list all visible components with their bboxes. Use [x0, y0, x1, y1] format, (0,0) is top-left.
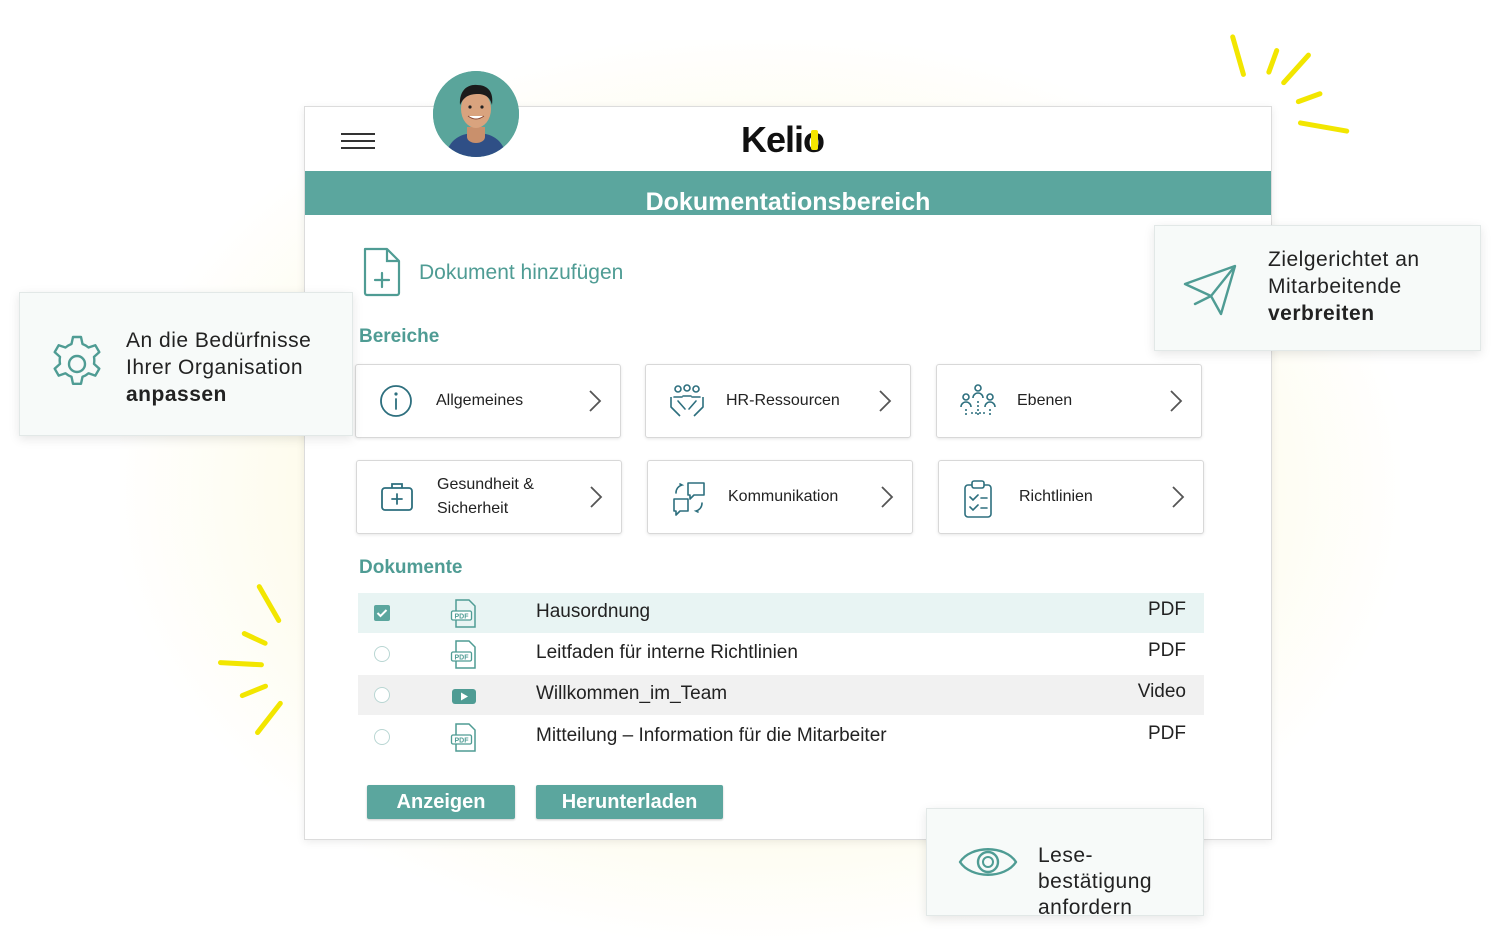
callout-line: An die Bedürfnisse [126, 329, 312, 352]
medical-kit-icon [381, 483, 413, 511]
section-areas-heading: Bereiche [359, 326, 440, 347]
callout-line: Ihrer Organisation [126, 356, 304, 379]
document-row[interactable]: PDF Leitfaden für interne Richtlinien PD… [358, 634, 1204, 674]
area-label-line1: Gesundheit & [437, 476, 534, 493]
callout-distribute-text: Zielgerichtet an Mitarbeitende verbreite… [1268, 246, 1420, 327]
area-card-gesundheit-sicherheit[interactable]: Gesundheit & Sicherheit [356, 460, 622, 534]
area-card-allgemeines[interactable]: Allgemeines [355, 364, 621, 438]
chevron-right-icon [881, 486, 894, 508]
callout-line: bestätigung [1038, 870, 1153, 893]
gear-icon [53, 335, 101, 385]
chevron-right-icon [1170, 390, 1183, 412]
callout-distribute: Zielgerichtet an Mitarbeitende verbreite… [1154, 225, 1481, 351]
chevron-right-icon [590, 486, 603, 508]
chat-bubbles-icon [673, 482, 705, 516]
area-label: Allgemeines [436, 392, 524, 409]
callout-customize: An die Bedürfnisse Ihrer Organisation an… [19, 292, 353, 436]
pdf-file-icon: PDF [450, 640, 476, 669]
check-icon [376, 609, 388, 618]
people-hands-icon [670, 384, 704, 417]
callout-line: anfordern [1038, 896, 1133, 916]
callout-customize-text: An die Bedürfnisse Ihrer Organisation an… [126, 327, 311, 408]
area-label: Kommunikation [728, 488, 839, 505]
page-title: Dokumentationsbereich [305, 171, 1271, 215]
menu-icon[interactable] [341, 133, 375, 149]
svg-text:PDF: PDF [455, 655, 470, 662]
row-checkbox-checked[interactable] [374, 605, 390, 621]
row-radio[interactable] [374, 646, 390, 662]
area-label: Richtlinien [1019, 488, 1093, 505]
area-card-kommunikation[interactable]: Kommunikation [647, 460, 913, 534]
hierarchy-icon [960, 384, 996, 417]
section-documents-heading: Dokumente [359, 557, 463, 578]
document-type: PDF [1148, 640, 1186, 661]
svg-text:PDF: PDF [455, 614, 470, 621]
document-row[interactable]: PDF Mitteilung – Information für die Mit… [358, 717, 1204, 757]
document-name: Willkommen_im_Team [536, 683, 728, 704]
pdf-file-icon: PDF [450, 599, 476, 628]
add-document-label: Dokument hinzufügen [419, 261, 624, 284]
area-label: Gesundheit & Sicherheit [437, 461, 534, 533]
document-row[interactable]: Willkommen_im_Team Video [358, 675, 1204, 715]
svg-text:PDF: PDF [455, 738, 470, 745]
clipboard-check-icon [964, 480, 992, 518]
chevron-right-icon [1172, 486, 1185, 508]
document-name: Mitteilung – Information für die Mitarbe… [536, 725, 887, 746]
area-card-richtlinien[interactable]: Richtlinien [938, 460, 1204, 534]
document-name: Leitfaden für interne Richtlinien [536, 642, 798, 663]
documentation-window: Kelio Dokumentationsbereich Dokument hin… [304, 106, 1272, 840]
pdf-file-icon: PDF [450, 723, 476, 752]
logo-text: Kelio [741, 119, 825, 160]
area-label-line2: Sicherheit [437, 500, 509, 517]
video-play-icon [452, 689, 476, 704]
logo-accent: o [803, 119, 825, 160]
callout-read-receipt: Lese- bestätigung anfordern [926, 808, 1204, 916]
document-row[interactable]: PDF Hausordnung PDF [358, 593, 1204, 633]
document-type: Video [1137, 681, 1186, 702]
document-name: Hausordnung [536, 601, 651, 622]
kelio-logo: Kelio [741, 119, 825, 161]
area-label: HR-Ressourcen [726, 392, 840, 409]
area-card-hr-ressourcen[interactable]: HR-Ressourcen [645, 364, 911, 438]
avatar [433, 71, 519, 157]
callout-line: Zielgerichtet an [1268, 248, 1420, 271]
download-button[interactable]: Herunterladen [536, 785, 723, 819]
paper-plane-icon [1183, 264, 1237, 316]
document-type: PDF [1148, 599, 1186, 620]
view-button[interactable]: Anzeigen [367, 785, 515, 819]
info-icon [380, 385, 412, 417]
chevron-right-icon [879, 390, 892, 412]
add-file-icon [363, 247, 401, 297]
document-type: PDF [1148, 723, 1186, 744]
callout-bold: verbreiten [1268, 302, 1375, 325]
area-label: Ebenen [1017, 392, 1073, 409]
row-radio[interactable] [374, 687, 390, 703]
callout-line: Lese- [1038, 844, 1094, 867]
callout-bold: anpassen [126, 383, 227, 406]
area-card-ebenen[interactable]: Ebenen [936, 364, 1202, 438]
callout-read-receipt-text: Lese- bestätigung anfordern [1038, 843, 1153, 916]
row-radio[interactable] [374, 729, 390, 745]
eye-icon [958, 848, 1018, 876]
chevron-right-icon [589, 390, 602, 412]
callout-line: Mitarbeitende [1268, 275, 1402, 298]
